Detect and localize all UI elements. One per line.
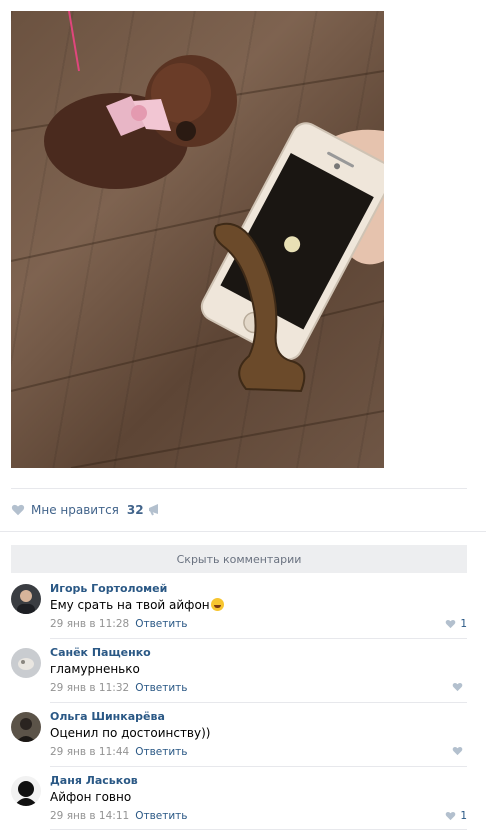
avatar[interactable] — [11, 712, 41, 742]
comment-text-body: Ему срать на твой айфон — [50, 598, 210, 612]
comment-like-button[interactable]: 1 — [445, 810, 467, 822]
heart-icon — [11, 504, 25, 516]
avatar[interactable] — [11, 776, 41, 806]
reply-link[interactable]: Ответить — [135, 810, 187, 822]
reply-link[interactable]: Ответить — [135, 618, 187, 630]
reply-link[interactable]: Ответить — [135, 746, 187, 758]
comment-date[interactable]: 29 янв в 14:11 — [50, 810, 129, 822]
like-button[interactable]: Мне нравится 32 — [11, 501, 144, 519]
comment-like-count: 1 — [460, 810, 467, 822]
comment-date[interactable]: 29 янв в 11:44 — [50, 746, 129, 758]
divider — [50, 829, 467, 830]
reply-link[interactable]: Ответить — [135, 682, 187, 694]
divider — [50, 766, 467, 767]
comment: Санёк Пащенко гламурненько 29 янв в 11:3… — [11, 646, 467, 710]
hide-comments-button[interactable]: Скрыть комментарии — [11, 545, 467, 573]
avatar[interactable] — [11, 584, 41, 614]
comment-author[interactable]: Санёк Пащенко — [50, 646, 151, 659]
comment-date[interactable]: 29 янв в 11:32 — [50, 682, 129, 694]
heart-icon — [452, 747, 463, 756]
avatar[interactable] — [11, 648, 41, 678]
comment-text: Ему срать на твой айфон — [50, 598, 224, 612]
like-label: Мне нравится — [31, 503, 119, 517]
comment-meta: 29 янв в 14:11 Ответить — [50, 810, 187, 822]
comment-like-count: 1 — [460, 618, 467, 630]
comment-author[interactable]: Игорь Гортоломей — [50, 582, 167, 595]
comment-author[interactable]: Даня Ласьков — [50, 774, 138, 787]
like-count: 32 — [126, 503, 144, 517]
comment: Ольга Шинкарёва Оценил по достоинству)) … — [11, 710, 467, 774]
heart-icon — [446, 812, 456, 821]
divider — [0, 531, 486, 532]
post-photo[interactable] — [11, 11, 384, 468]
comment-meta: 29 янв в 11:44 Ответить — [50, 746, 187, 758]
comment: Игорь Гортоломей Ему срать на твой айфон… — [11, 582, 467, 646]
comment-like-button[interactable] — [452, 746, 467, 756]
divider — [11, 488, 467, 489]
comment-date[interactable]: 29 янв в 11:28 — [50, 618, 129, 630]
comment-text: Айфон говно — [50, 790, 132, 804]
comment-like-button[interactable] — [452, 682, 467, 692]
heart-icon — [452, 683, 463, 692]
photo-illustration — [11, 11, 384, 468]
comment-meta: 29 янв в 11:32 Ответить — [50, 682, 187, 694]
comment-meta: 29 янв в 11:28 Ответить — [50, 618, 187, 630]
divider — [50, 638, 467, 639]
wall-post: Мне нравится 32 Скрыть комментарии Игорь… — [0, 0, 486, 833]
comment-like-button[interactable]: 1 — [445, 618, 467, 630]
share-icon[interactable] — [148, 503, 162, 516]
laughing-emoji-icon — [210, 598, 224, 611]
comment-text: Оценил по достоинству)) — [50, 726, 211, 740]
comment-author[interactable]: Ольга Шинкарёва — [50, 710, 165, 723]
comment-text: гламурненько — [50, 662, 140, 676]
heart-icon — [446, 620, 456, 629]
divider — [50, 702, 467, 703]
